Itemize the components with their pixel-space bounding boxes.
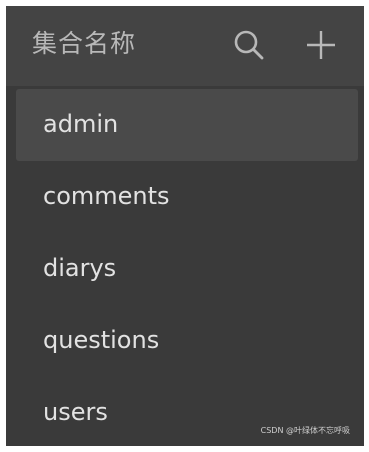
collection-item-label: questions	[43, 326, 160, 354]
collection-panel: 集合名称 admin comments diarys questions use…	[6, 6, 364, 446]
add-collection-button[interactable]	[304, 28, 338, 62]
collection-item-comments[interactable]: comments	[16, 161, 358, 233]
collection-item-questions[interactable]: questions	[16, 305, 358, 377]
collection-item-diarys[interactable]: diarys	[16, 233, 358, 305]
collection-item-label: admin	[43, 110, 119, 138]
panel-title: 集合名称	[32, 29, 137, 58]
collection-item-label: users	[43, 398, 108, 426]
search-icon	[234, 30, 264, 60]
watermark: CSDN @叶绿体不忘呼吸	[260, 426, 350, 435]
collection-list: admin comments diarys questions users	[6, 89, 364, 446]
search-button[interactable]	[232, 28, 266, 62]
plus-icon	[307, 31, 335, 59]
collection-item-label: diarys	[43, 254, 117, 282]
panel-header: 集合名称	[6, 6, 364, 86]
collection-item-admin[interactable]: admin	[16, 89, 358, 161]
collection-item-label: comments	[43, 182, 170, 210]
